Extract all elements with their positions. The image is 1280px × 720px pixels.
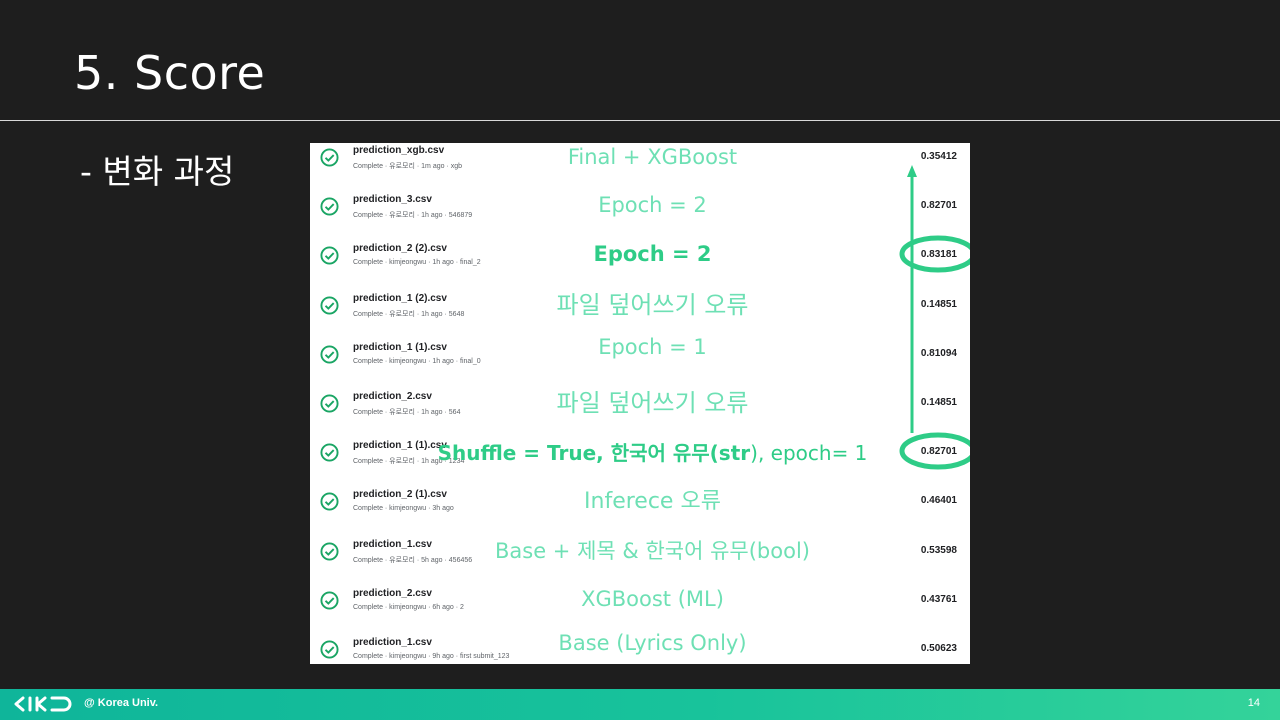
slide-footer: @ Korea Univ. 14 [0, 689, 1280, 720]
annotation-label: Epoch = 2 [598, 193, 707, 217]
annotation-label: 파일 덮어쓰기 오류 [556, 389, 749, 417]
page-number: 14 [1247, 697, 1260, 709]
annotation-label-highlight: Epoch = 2 [593, 242, 712, 266]
submission-meta: Complete · kimjeongwu · 1h ago · final_0 [353, 358, 481, 365]
annotation-label: 파일 덮어쓰기 오류 [556, 291, 749, 319]
submissions-panel: prediction_xgb.csv Complete · 유로모리 · 1m … [310, 143, 970, 664]
slide-title: 5. Score [74, 46, 266, 100]
slide-subtitle: - 변화 과정 [80, 152, 235, 191]
title-divider [0, 120, 1280, 121]
footer-affiliation: @ Korea Univ. [84, 697, 159, 709]
annotation-label-highlight: Shuffle = True, 한국어 유무(str), epoch= 1 [310, 437, 970, 466]
annotation-label: XGBoost (ML) [581, 587, 724, 611]
annotation-label: Final + XGBoost [567, 145, 738, 169]
annotation-bold-part: Shuffle = True, 한국어 유무(str [437, 441, 751, 465]
annotation-label: Inferece 오류 [584, 489, 721, 514]
annotation-label: Base (Lyrics Only) [558, 631, 747, 655]
annotation-label: Base + 제목 & 한국어 유무(bool) [495, 539, 810, 563]
annotation-label: Epoch = 1 [598, 335, 707, 359]
annotation-normal-part: ), epoch= 1 [750, 441, 868, 465]
kikd-logo [14, 696, 72, 712]
